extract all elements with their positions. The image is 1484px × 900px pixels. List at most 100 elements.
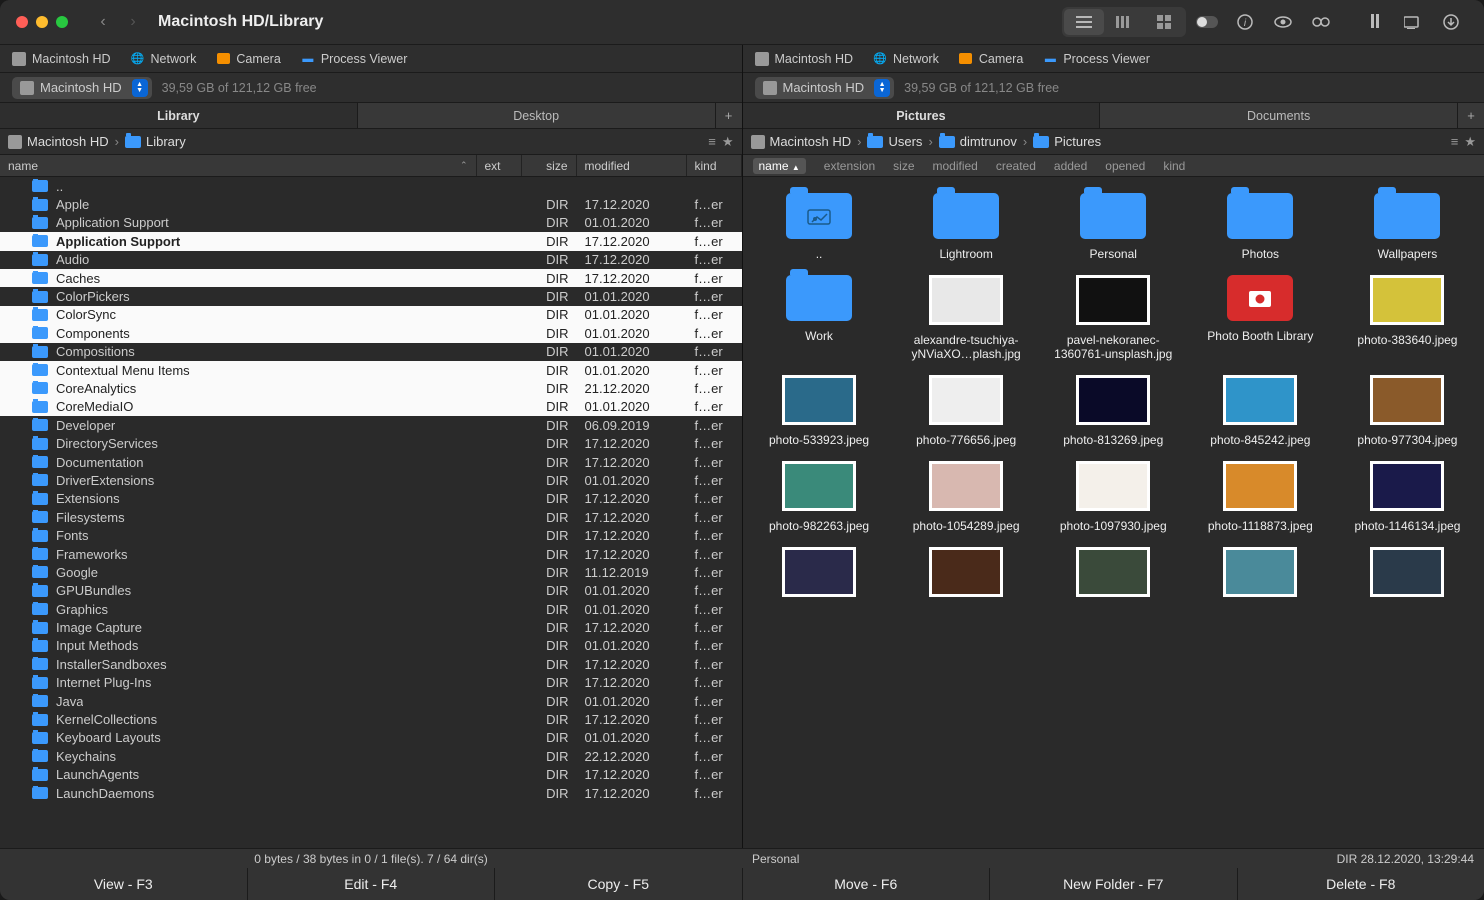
file-row[interactable]: Image Capture DIR 17.12.2020 f…er bbox=[0, 618, 742, 636]
file-row[interactable]: LaunchAgents DIR 17.12.2020 f…er bbox=[0, 766, 742, 784]
file-row[interactable]: ColorSync DIR 01.01.2020 f…er bbox=[0, 306, 742, 324]
grid-header-size[interactable]: size bbox=[893, 159, 914, 173]
minimize-button[interactable] bbox=[36, 16, 48, 28]
left-file-list[interactable]: .. Apple DIR 17.12.2020 f…er Application… bbox=[0, 177, 742, 848]
file-row[interactable]: CoreMediaIO DIR 01.01.2020 f…er bbox=[0, 398, 742, 416]
view-grid-icon[interactable] bbox=[1144, 9, 1184, 35]
star-icon[interactable]: ★ bbox=[1464, 134, 1476, 150]
search-icon[interactable] bbox=[1304, 9, 1338, 35]
file-row[interactable]: LaunchDaemons DIR 17.12.2020 f…er bbox=[0, 784, 742, 802]
file-row[interactable]: Audio DIR 17.12.2020 f…er bbox=[0, 251, 742, 269]
grid-item[interactable]: Photos bbox=[1188, 187, 1333, 267]
drive-selector[interactable]: Macintosh HD ▲▼ bbox=[755, 77, 895, 99]
grid-item[interactable]: Work bbox=[747, 269, 892, 367]
info-icon[interactable]: i bbox=[1228, 9, 1262, 35]
list-icon[interactable]: ≡ bbox=[1451, 134, 1459, 150]
file-row[interactable]: Keyboard Layouts DIR 01.01.2020 f…er bbox=[0, 729, 742, 747]
grid-item[interactable] bbox=[747, 541, 892, 611]
file-row[interactable]: KernelCollections DIR 17.12.2020 f…er bbox=[0, 710, 742, 728]
grid-item[interactable]: photo-533923.jpeg bbox=[747, 369, 892, 453]
grid-item[interactable] bbox=[1041, 541, 1186, 611]
sync-icon[interactable] bbox=[1358, 9, 1392, 35]
bookmark-camera[interactable]: Camera bbox=[216, 52, 280, 66]
bookmark-macintosh hd[interactable]: Macintosh HD bbox=[12, 52, 111, 66]
file-row[interactable]: Contextual Menu Items DIR 01.01.2020 f…e… bbox=[0, 361, 742, 379]
crumb-pictures[interactable]: Pictures bbox=[1033, 134, 1101, 149]
toggle-icon[interactable] bbox=[1190, 9, 1224, 35]
file-row[interactable]: .. bbox=[0, 177, 742, 195]
grid-item[interactable]: Photo Booth Library bbox=[1188, 269, 1333, 367]
grid-header-name[interactable]: name ▲ bbox=[753, 158, 806, 174]
tab-documents[interactable]: Documents bbox=[1100, 103, 1458, 128]
list-icon[interactable]: ≡ bbox=[708, 134, 716, 150]
col-modified[interactable]: modified bbox=[577, 155, 687, 176]
tab-library[interactable]: Library bbox=[0, 103, 358, 128]
star-icon[interactable]: ★ bbox=[722, 134, 734, 150]
grid-item[interactable] bbox=[894, 541, 1039, 611]
bookmark-camera[interactable]: Camera bbox=[959, 52, 1023, 66]
col-ext[interactable]: ext bbox=[477, 155, 522, 176]
drive-selector[interactable]: Macintosh HD ▲▼ bbox=[12, 77, 152, 99]
grid-item[interactable] bbox=[1335, 541, 1480, 611]
footer-button-copy[interactable]: Copy - F5 bbox=[495, 868, 743, 900]
zoom-button[interactable] bbox=[56, 16, 68, 28]
crumb-library[interactable]: Library bbox=[125, 134, 186, 149]
file-row[interactable]: InstallerSandboxes DIR 17.12.2020 f…er bbox=[0, 655, 742, 673]
grid-item[interactable]: Personal bbox=[1041, 187, 1186, 267]
grid-item[interactable]: photo-1118873.jpeg bbox=[1188, 455, 1333, 539]
grid-item[interactable]: .. bbox=[747, 187, 892, 267]
col-name[interactable]: name⌃ bbox=[0, 155, 477, 176]
grid-item[interactable]: alexandre-tsuchiya-yNViaXO…plash.jpg bbox=[894, 269, 1039, 367]
file-row[interactable]: Compositions DIR 01.01.2020 f…er bbox=[0, 343, 742, 361]
close-button[interactable] bbox=[16, 16, 28, 28]
bookmark-network[interactable]: 🌐Network bbox=[131, 52, 197, 66]
grid-item[interactable]: photo-776656.jpeg bbox=[894, 369, 1039, 453]
file-row[interactable]: Internet Plug-Ins DIR 17.12.2020 f…er bbox=[0, 674, 742, 692]
footer-button-delete[interactable]: Delete - F8 bbox=[1238, 868, 1484, 900]
file-row[interactable]: Components DIR 01.01.2020 f…er bbox=[0, 324, 742, 342]
grid-header-extension[interactable]: extension bbox=[824, 159, 875, 173]
grid-item[interactable]: Lightroom bbox=[894, 187, 1039, 267]
file-row[interactable]: Keychains DIR 22.12.2020 f…er bbox=[0, 747, 742, 765]
footer-button-new[interactable]: New Folder - F7 bbox=[990, 868, 1238, 900]
file-row[interactable]: Filesystems DIR 17.12.2020 f…er bbox=[0, 508, 742, 526]
grid-item[interactable]: photo-977304.jpeg bbox=[1335, 369, 1480, 453]
file-row[interactable]: Java DIR 01.01.2020 f…er bbox=[0, 692, 742, 710]
grid-item[interactable]: photo-845242.jpeg bbox=[1188, 369, 1333, 453]
file-row[interactable]: Input Methods DIR 01.01.2020 f…er bbox=[0, 637, 742, 655]
crumb-macintosh hd[interactable]: Macintosh HD bbox=[8, 134, 109, 149]
file-row[interactable]: CoreAnalytics DIR 21.12.2020 f…er bbox=[0, 379, 742, 397]
file-row[interactable]: Frameworks DIR 17.12.2020 f…er bbox=[0, 545, 742, 563]
footer-button-view[interactable]: View - F3 bbox=[0, 868, 248, 900]
grid-item[interactable]: photo-383640.jpeg bbox=[1335, 269, 1480, 367]
file-row[interactable]: Apple DIR 17.12.2020 f…er bbox=[0, 195, 742, 213]
file-row[interactable]: Application Support DIR 01.01.2020 f…er bbox=[0, 214, 742, 232]
bookmark-macintosh hd[interactable]: Macintosh HD bbox=[755, 52, 854, 66]
tab-pictures[interactable]: Pictures bbox=[743, 103, 1101, 128]
col-kind[interactable]: kind bbox=[687, 155, 742, 176]
grid-item[interactable]: photo-1054289.jpeg bbox=[894, 455, 1039, 539]
grid-item[interactable] bbox=[1188, 541, 1333, 611]
footer-button-move[interactable]: Move - F6 bbox=[743, 868, 991, 900]
grid-header-modified[interactable]: modified bbox=[933, 159, 978, 173]
file-row[interactable]: Graphics DIR 01.01.2020 f…er bbox=[0, 600, 742, 618]
crumb-dimtrunov[interactable]: dimtrunov bbox=[939, 134, 1017, 149]
file-row[interactable]: GPUBundles DIR 01.01.2020 f…er bbox=[0, 582, 742, 600]
grid-header-added[interactable]: added bbox=[1054, 159, 1087, 173]
file-row[interactable]: Fonts DIR 17.12.2020 f…er bbox=[0, 526, 742, 544]
file-row[interactable]: Google DIR 11.12.2019 f…er bbox=[0, 563, 742, 581]
view-list-icon[interactable] bbox=[1064, 9, 1104, 35]
tab-desktop[interactable]: Desktop bbox=[358, 103, 716, 128]
back-button[interactable]: ‹ bbox=[88, 10, 118, 34]
crumb-macintosh hd[interactable]: Macintosh HD bbox=[751, 134, 852, 149]
grid-item[interactable]: photo-813269.jpeg bbox=[1041, 369, 1186, 453]
add-tab-button[interactable]: + bbox=[1458, 103, 1484, 128]
file-row[interactable]: Caches DIR 17.12.2020 f…er bbox=[0, 269, 742, 287]
footer-button-edit[interactable]: Edit - F4 bbox=[248, 868, 496, 900]
grid-header-kind[interactable]: kind bbox=[1163, 159, 1185, 173]
add-tab-button[interactable]: + bbox=[716, 103, 742, 128]
bookmark-network[interactable]: 🌐Network bbox=[873, 52, 939, 66]
grid-header-created[interactable]: created bbox=[996, 159, 1036, 173]
file-row[interactable]: Application Support DIR 17.12.2020 f…er bbox=[0, 232, 742, 250]
file-row[interactable]: Documentation DIR 17.12.2020 f…er bbox=[0, 453, 742, 471]
